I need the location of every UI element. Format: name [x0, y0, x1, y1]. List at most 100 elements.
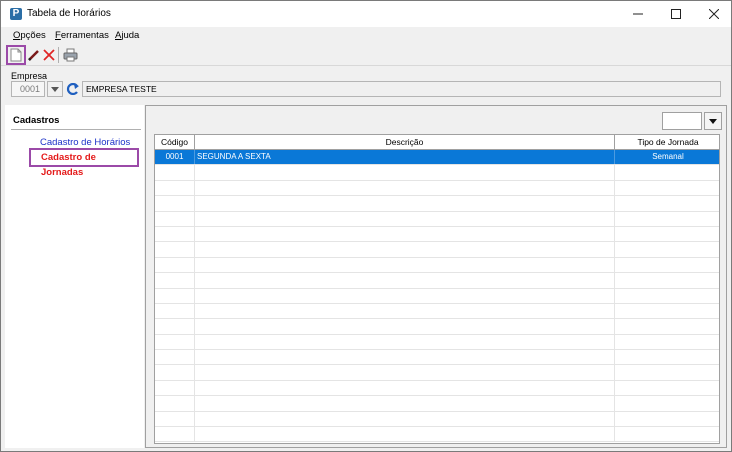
cell-codigo	[155, 257, 195, 273]
empresa-label: Empresa	[11, 71, 48, 81]
cell-codigo	[155, 180, 195, 196]
cell-codigo	[155, 319, 195, 334]
table-row[interactable]: 0001 SEGUNDA A SEXTA Semanal	[155, 150, 719, 166]
chevron-down-icon	[51, 86, 59, 92]
table-row[interactable]	[155, 303, 719, 320]
cell-tipo-jornada	[615, 181, 719, 195]
cell-codigo	[155, 226, 195, 242]
cadastros-sidebar: Cadastros Cadastro de Horários Cadastro …	[5, 105, 144, 448]
chevron-down-icon	[709, 118, 717, 124]
cell-tipo-jornada	[615, 304, 719, 318]
new-document-icon	[10, 48, 22, 62]
toolbar	[1, 44, 731, 66]
cell-descricao	[195, 427, 615, 442]
filter-select[interactable]	[662, 112, 702, 130]
table-row[interactable]	[155, 180, 719, 197]
table-row[interactable]	[155, 273, 719, 289]
menu-bar: Opções Ferramentas Ajuda	[1, 27, 731, 43]
cell-tipo-jornada	[615, 427, 719, 441]
cell-codigo	[155, 380, 195, 396]
table-row[interactable]	[155, 365, 719, 381]
sidebar-item-cadastro-jornadas[interactable]: Cadastro de Jornadas	[29, 148, 139, 178]
table-row[interactable]	[155, 242, 719, 258]
app-logo-icon: P	[10, 8, 22, 20]
empresa-dropdown-button[interactable]	[47, 81, 63, 97]
cell-codigo: 0001	[155, 150, 195, 165]
cell-tipo-jornada	[615, 365, 719, 379]
table-header: Código Descrição Tipo de Jornada	[155, 135, 719, 150]
cell-descricao	[195, 180, 615, 196]
cell-codigo	[155, 242, 195, 257]
cell-tipo-jornada	[615, 381, 719, 395]
cell-tipo-jornada	[615, 227, 719, 241]
cell-descricao	[195, 196, 615, 211]
table-row[interactable]	[155, 380, 719, 397]
table-row[interactable]	[155, 350, 719, 366]
cell-tipo-jornada	[615, 350, 719, 364]
empresa-name-field: EMPRESA TESTE	[82, 81, 721, 97]
cell-tipo-jornada	[615, 212, 719, 226]
table-row[interactable]	[155, 165, 719, 181]
column-header-tipo-jornada[interactable]: Tipo de Jornada	[615, 135, 719, 150]
minimize-button[interactable]	[619, 1, 657, 27]
cell-tipo-jornada	[615, 412, 719, 426]
delete-x-icon	[43, 49, 55, 61]
menu-opcoes-label: Opções	[13, 30, 46, 41]
table-row[interactable]	[155, 211, 719, 227]
refresh-arrow-icon	[66, 83, 79, 95]
table-body: 0001 SEGUNDA A SEXTA Semanal	[155, 150, 719, 443]
empresa-refresh-button[interactable]	[65, 81, 81, 97]
table-row[interactable]	[155, 196, 719, 212]
cell-descricao	[195, 319, 615, 334]
window-title: Tabela de Horários	[27, 8, 111, 19]
table-row[interactable]	[155, 396, 719, 412]
cell-tipo-jornada: Semanal	[652, 152, 684, 161]
table-row[interactable]	[155, 319, 719, 335]
table-row[interactable]	[155, 427, 719, 443]
cell-descricao	[195, 350, 615, 365]
menu-ajuda[interactable]: Ajuda	[115, 30, 139, 41]
cell-descricao	[195, 242, 615, 257]
table-row[interactable]	[155, 226, 719, 243]
filter-dropdown-button[interactable]	[704, 112, 722, 130]
cell-codigo	[155, 165, 195, 180]
table-row[interactable]	[155, 334, 719, 351]
cell-tipo-jornada	[615, 242, 719, 256]
cell-descricao	[195, 273, 615, 288]
cell-codigo	[155, 365, 195, 380]
menu-ferramentas[interactable]: Ferramentas	[55, 30, 109, 41]
menu-ferramentas-label: Ferramentas	[55, 30, 109, 41]
cell-tipo-jornada	[615, 196, 719, 210]
print-button[interactable]	[61, 46, 79, 64]
cell-tipo-jornada	[615, 165, 719, 179]
sidebar-header: Cadastros	[13, 115, 60, 126]
table-row[interactable]	[155, 288, 719, 304]
cell-codigo	[155, 411, 195, 427]
jornadas-table: Código Descrição Tipo de Jornada 0001 SEG…	[154, 134, 720, 444]
column-header-codigo[interactable]: Código	[155, 135, 195, 150]
table-row[interactable]	[155, 411, 719, 428]
content-panel: Código Descrição Tipo de Jornada 0001 SEG…	[145, 105, 727, 448]
delete-button[interactable]	[40, 46, 58, 64]
cell-descricao	[195, 211, 615, 226]
maximize-button[interactable]	[657, 1, 695, 27]
empresa-code-field[interactable]: 0001	[11, 81, 45, 97]
close-button[interactable]	[695, 1, 732, 27]
edit-pencil-icon	[28, 50, 39, 61]
table-row[interactable]	[155, 257, 719, 274]
cell-descricao	[195, 411, 615, 427]
menu-ajuda-label: Ajuda	[115, 30, 140, 41]
sidebar-item-cadastro-horarios[interactable]: Cadastro de Horários	[40, 137, 130, 148]
cell-codigo	[155, 196, 195, 211]
close-icon	[709, 9, 719, 19]
print-icon	[63, 48, 77, 62]
new-button[interactable]	[6, 45, 26, 65]
main-window: P Tabela de Horários Opções Ferramentas …	[0, 0, 732, 452]
cell-codigo	[155, 350, 195, 365]
cell-tipo-jornada	[615, 273, 719, 287]
column-header-descricao[interactable]: Descrição	[195, 135, 615, 150]
cell-tipo-jornada	[615, 289, 719, 303]
cell-codigo	[155, 396, 195, 411]
minimize-icon	[633, 13, 643, 15]
menu-opcoes[interactable]: Opções	[13, 30, 46, 41]
